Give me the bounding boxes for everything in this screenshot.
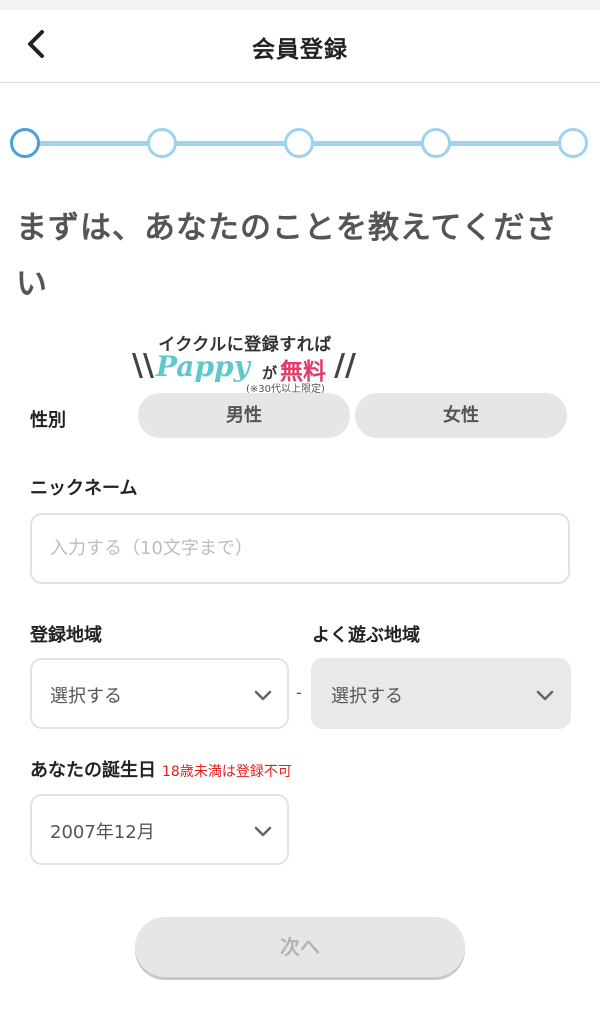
- progress-steps: [0, 124, 600, 164]
- gender-label: 性別: [30, 410, 66, 431]
- progress-step-5: [558, 128, 588, 158]
- birthday-select[interactable]: 2007年12月: [30, 794, 289, 865]
- top-strip: [0, 0, 600, 10]
- progress-step-1: [10, 128, 40, 158]
- region-label: 登録地域: [30, 625, 102, 646]
- frequent-region-label: よく遊ぶ地域: [312, 625, 420, 646]
- region-select[interactable]: 選択する: [30, 658, 289, 729]
- birthday-label: あなたの誕生日 18歳未満は登録不可: [30, 756, 292, 782]
- promo-slash-right: //: [334, 348, 356, 383]
- nickname-label: ニックネーム: [30, 478, 138, 499]
- promo-brand: Pappy: [156, 350, 250, 383]
- progress-step-2: [147, 128, 177, 158]
- next-button[interactable]: 次へ: [135, 917, 465, 977]
- header-bar: 会員登録: [0, 10, 600, 83]
- region-separator: -: [296, 683, 302, 702]
- birthday-label-text: あなたの誕生日: [30, 760, 156, 781]
- page-title: 会員登録: [252, 37, 348, 63]
- gender-male-button[interactable]: 男性: [138, 393, 350, 438]
- region-select-value: 選択する: [50, 686, 122, 707]
- chevron-down-icon: [254, 690, 272, 701]
- promo-slash-left: \\: [132, 348, 154, 383]
- nickname-input[interactable]: [30, 513, 570, 584]
- birthday-select-value: 2007年12月: [50, 822, 155, 843]
- frequent-region-select[interactable]: 選択する: [311, 658, 571, 729]
- progress-step-4: [421, 128, 451, 158]
- frequent-region-select-value: 選択する: [331, 686, 403, 707]
- pappy-promo-banner: イククルに登録すれば \\ Pappy が 無料 // (※30代以上限定): [132, 330, 358, 398]
- gender-female-button[interactable]: 女性: [355, 393, 567, 438]
- chevron-down-icon: [536, 690, 554, 701]
- chevron-down-icon: [254, 826, 272, 837]
- birthday-age-note: 18歳未満は登録不可: [162, 764, 292, 780]
- progress-step-3: [284, 128, 314, 158]
- headline: まずは、あなたのことを教えてください: [16, 210, 558, 302]
